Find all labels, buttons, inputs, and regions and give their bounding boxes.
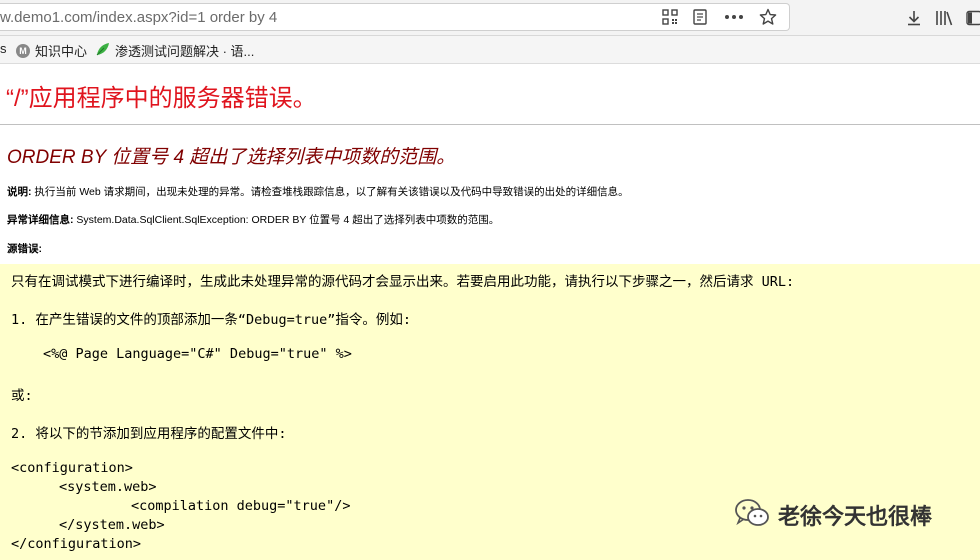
divider xyxy=(0,124,980,125)
m-favicon-icon: M xyxy=(16,43,30,58)
description-text: 执行当前 Web 请求期间，出现未处理的异常。请检查堆栈跟踪信息，以了解有关该错… xyxy=(31,186,629,198)
description-label: 说明: xyxy=(7,186,32,198)
bookmark-label: 知识中心 xyxy=(35,44,88,59)
page-content: “/”应用程序中的服务器错误。 ORDER BY 位置号 4 超出了选择列表中项… xyxy=(0,64,980,560)
library-icon[interactable] xyxy=(933,7,955,29)
step1-code: <%@ Page Language="C#" Debug="true" %> xyxy=(43,346,352,362)
or-text: 或: xyxy=(11,388,33,404)
url-text[interactable]: w.demo1.com/index.aspx?id=1 order by 4 xyxy=(0,9,277,26)
exception-label: 异常详细信息: xyxy=(7,214,74,226)
intro-text: 只有在调试模式下进行编译时，生成此未处理异常的源代码才会显示出来。若要启用此功能… xyxy=(11,274,795,290)
config-line: </system.web> xyxy=(59,517,165,533)
reader-view-icon[interactable] xyxy=(689,6,711,28)
config-line: <configuration> xyxy=(11,460,133,476)
bookmark-star-icon[interactable] xyxy=(757,6,779,28)
sidebar-icon[interactable] xyxy=(963,7,980,29)
config-line: <system.web> xyxy=(59,479,157,495)
description-line: 说明: 执行当前 Web 请求期间，出现未处理的异常。请检查堆栈跟踪信息，以了解… xyxy=(7,184,629,199)
download-icon[interactable] xyxy=(903,7,925,29)
config-line: <compilation debug="true"/> xyxy=(131,498,351,514)
address-bar[interactable]: w.demo1.com/index.aspx?id=1 order by 4 xyxy=(0,3,790,31)
bookmark-item-knowledge[interactable]: M 知识中心 xyxy=(16,41,87,60)
bookmarks-bar: s M 知识中心 渗透测试问题解决 · 语... xyxy=(0,36,980,64)
source-error-label: 源错误: xyxy=(7,243,42,255)
watermark-text: 老徐今天也很棒 xyxy=(778,504,933,529)
exception-line: 异常详细信息: System.Data.SqlClient.SqlExcepti… xyxy=(7,212,499,227)
source-error-line: 源错误: xyxy=(7,241,42,256)
error-message: ORDER BY 位置号 4 超出了选择列表中项数的范围。 xyxy=(7,147,456,168)
more-actions-icon[interactable] xyxy=(719,6,749,28)
bookmark-item-pentest[interactable]: 渗透测试问题解决 · 语... xyxy=(95,41,254,60)
qr-code-icon[interactable] xyxy=(659,6,681,28)
config-line: </configuration> xyxy=(11,536,142,552)
wechat-icon xyxy=(734,498,770,532)
page-title: “/”应用程序中的服务器错误。 xyxy=(6,85,317,112)
watermark: 老徐今天也很棒 xyxy=(734,498,932,532)
step1-text: 1. 在产生错误的文件的顶部添加一条“Debug=true”指令。例如: xyxy=(11,312,412,328)
step2-text: 2. 将以下的节添加到应用程序的配置文件中: xyxy=(11,426,287,442)
bookmark-overflow-fragment: s xyxy=(0,41,7,56)
browser-toolbar: w.demo1.com/index.aspx?id=1 order by 4 xyxy=(0,0,980,36)
leaf-favicon-icon xyxy=(95,42,110,60)
bookmark-label: 渗透测试问题解决 · 语... xyxy=(115,44,255,59)
exception-text: System.Data.SqlClient.SqlException: ORDE… xyxy=(73,214,500,226)
